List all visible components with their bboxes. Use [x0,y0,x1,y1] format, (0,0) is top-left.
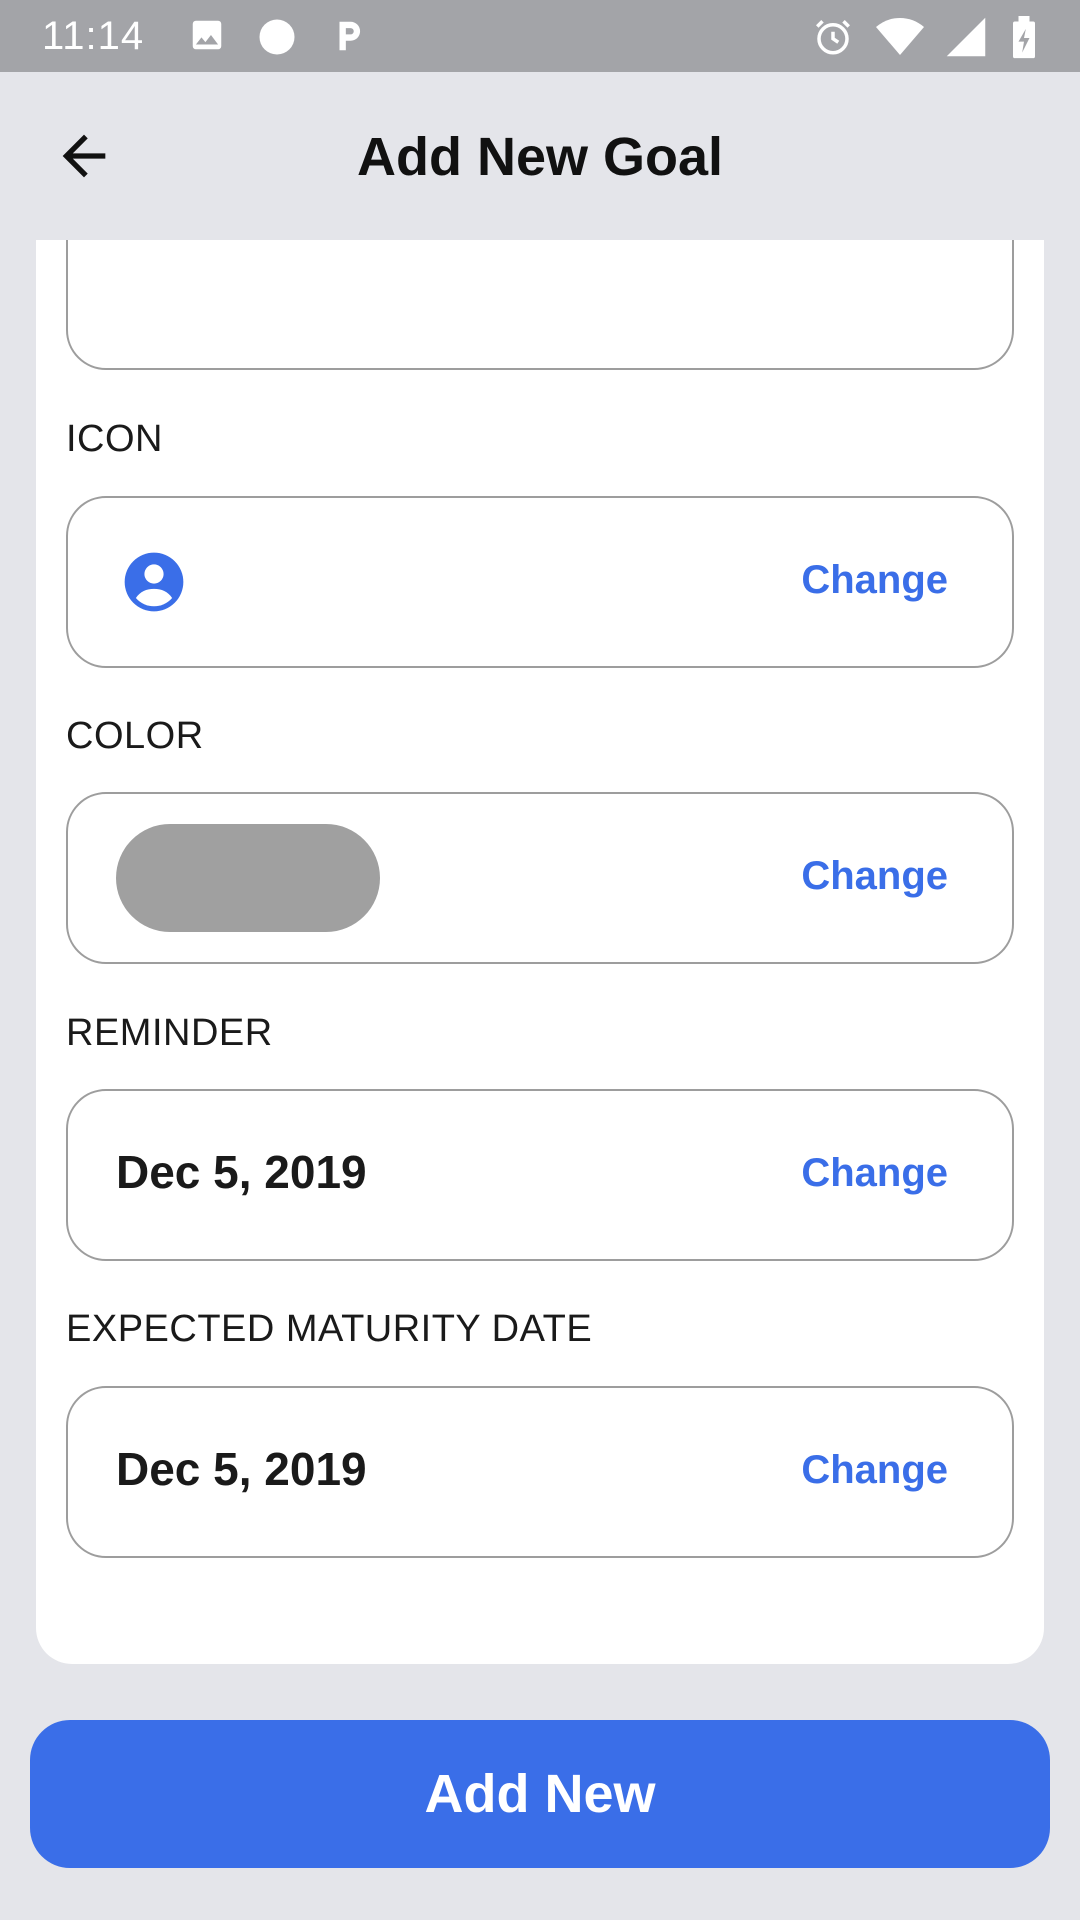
change-color-button[interactable]: Change [801,854,948,899]
reminder-date: Dec 5, 2019 [116,1146,367,1198]
wifi-icon [876,18,924,55]
color-swatch [116,824,380,932]
add-new-button[interactable]: Add New [30,1720,1050,1868]
goal-form-card: ICON Change COLOR Change REMINDER Dec 5,… [36,240,1044,1664]
app-bar: Add New Goal [0,72,1080,240]
image-notification-icon [192,20,222,50]
color-label: COLOR [66,715,204,757]
alarm-icon [816,20,850,55]
maturity-date: Dec 5, 2019 [116,1443,367,1495]
circle-notification-icon [259,19,295,55]
account-circle-icon [124,552,184,612]
icon-label: ICON [66,418,163,460]
battery-icon [1013,16,1035,59]
notes-field-clip [36,240,1044,372]
page-title: Add New Goal [356,127,724,187]
notes-field[interactable] [66,240,1014,370]
change-icon-button[interactable]: Change [801,558,948,603]
color-field: Change [66,792,1014,964]
status-time: 11:14 [42,14,145,58]
maturity-field: Dec 5, 2019 Change [66,1386,1014,1558]
icon-field: Change [66,496,1014,668]
p-notification-icon [339,21,361,51]
reminder-field: Dec 5, 2019 Change [66,1089,1014,1261]
reminder-label: REMINDER [66,1012,273,1054]
change-reminder-button[interactable]: Change [801,1151,948,1196]
maturity-label: EXPECTED MATURITY DATE [66,1308,593,1350]
signal-icon [946,17,986,57]
change-maturity-button[interactable]: Change [801,1448,948,1493]
status-bar: 11:14 [0,0,1080,72]
